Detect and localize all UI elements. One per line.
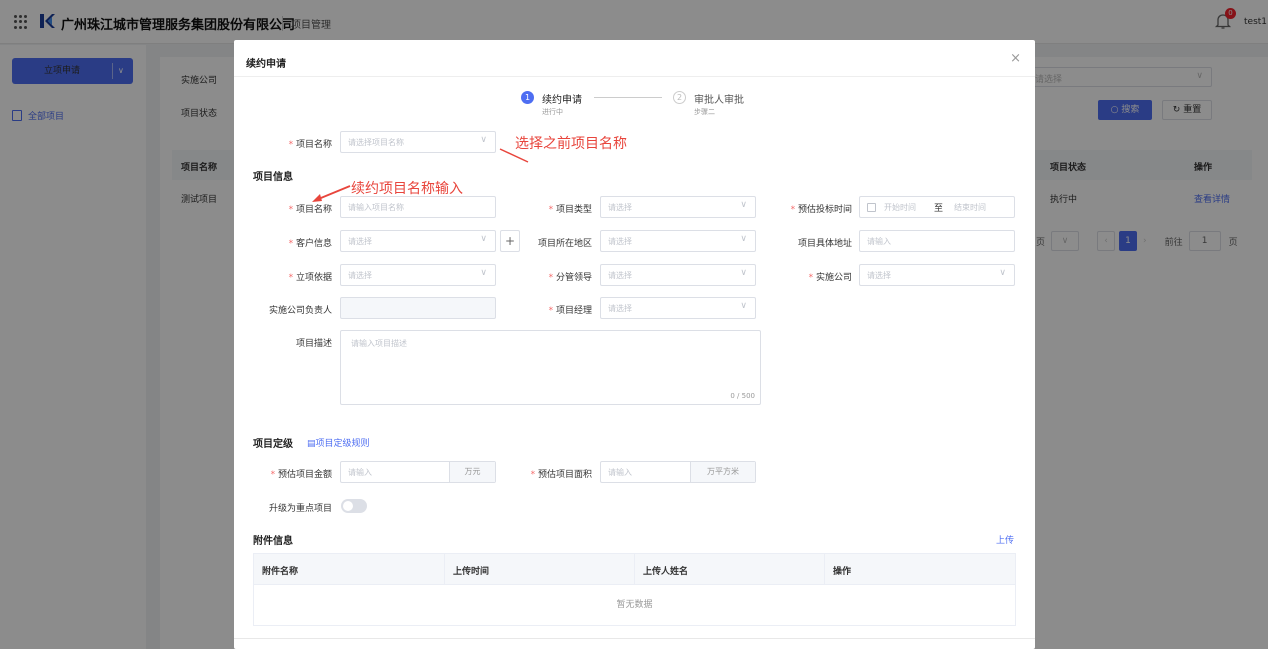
manager-select[interactable]: 请选择 ∨ <box>600 297 756 319</box>
address-label: 项目具体地址 <box>797 239 852 249</box>
step-connector <box>594 97 662 98</box>
area-placeholder: 请输入 <box>608 468 632 477</box>
leader-label: * 分管领导 <box>548 273 592 283</box>
calendar-icon <box>867 203 876 212</box>
customer-placeholder: 请选择 <box>348 237 372 246</box>
column-divider <box>634 554 635 585</box>
manager-label: * 项目经理 <box>548 306 592 316</box>
key-project-toggle[interactable] <box>341 499 367 513</box>
toggle-knob <box>343 501 353 511</box>
annotation-input-renew: 续约项目名称输入 <box>351 181 463 197</box>
leader-placeholder: 请选择 <box>608 271 632 280</box>
company-owner-label: 实施公司负责人 <box>268 306 332 316</box>
section-attachments: 附件信息 <box>253 536 293 547</box>
col-uploader: 上传人姓名 <box>643 567 689 577</box>
step-1-number: 1 <box>521 91 534 104</box>
region-select[interactable]: 请选择 ∨ <box>600 230 756 252</box>
company-owner-input <box>340 297 496 319</box>
amount-label: * 预估项目金额 <box>270 470 332 480</box>
bid-time-start[interactable]: 开始时间 <box>884 202 916 213</box>
add-customer-button[interactable]: + <box>500 230 520 252</box>
chevron-down-icon: ∨ <box>740 234 747 244</box>
manager-placeholder: 请选择 <box>608 304 632 313</box>
company-placeholder: 请选择 <box>867 271 891 280</box>
step-1-status: 进行中 <box>542 108 563 116</box>
leader-select[interactable]: 请选择 ∨ <box>600 264 756 286</box>
annotation-select-prev: 选择之前项目名称 <box>515 136 627 152</box>
col-upload-time: 上传时间 <box>453 567 490 577</box>
project-name-input[interactable]: 请输入项目名称 <box>340 196 496 218</box>
company-select[interactable]: 请选择 ∨ <box>859 264 1015 286</box>
description-placeholder: 请输入项目描述 <box>351 339 407 348</box>
area-unit: 万平方米 <box>690 462 755 482</box>
bid-time-separator: 至 <box>934 204 944 214</box>
address-input[interactable]: 请输入 <box>859 230 1015 252</box>
customer-label: * 客户信息 <box>288 239 332 249</box>
prev-project-select[interactable]: 请选择项目名称 ∨ <box>340 131 496 153</box>
renewal-dialog: 续约申请 × 1 续约申请 进行中 2 审批人审批 步骤二 * 项目名称 请选择… <box>234 40 1035 649</box>
chevron-down-icon: ∨ <box>740 301 747 311</box>
key-project-label: 升级为重点项目 <box>268 504 332 514</box>
document-icon: ▤ <box>307 439 316 449</box>
bid-time-range-picker[interactable]: 开始时间 至 结束时间 <box>859 196 1015 218</box>
description-textarea[interactable]: 请输入项目描述 0 / 500 <box>340 330 761 405</box>
col-attach-name: 附件名称 <box>262 567 299 577</box>
project-name-placeholder: 请输入项目名称 <box>348 203 404 212</box>
address-placeholder: 请输入 <box>867 237 891 246</box>
prev-project-label: * 项目名称 <box>288 140 332 150</box>
project-type-label: * 项目类型 <box>548 205 592 215</box>
bid-time-label: * 预估投标时间 <box>790 205 852 215</box>
project-type-placeholder: 请选择 <box>608 203 632 212</box>
annotation-arrow-input <box>312 185 351 202</box>
basis-placeholder: 请选择 <box>348 271 372 280</box>
amount-placeholder: 请输入 <box>348 468 372 477</box>
basis-label: * 立项依据 <box>288 273 332 283</box>
basis-select[interactable]: 请选择 ∨ <box>340 264 496 286</box>
company-label: * 实施公司 <box>808 273 852 283</box>
chevron-down-icon: ∨ <box>480 135 487 145</box>
section-project-grade: 项目定级 <box>253 439 293 450</box>
prev-project-placeholder: 请选择项目名称 <box>348 138 404 147</box>
project-type-select[interactable]: 请选择 ∨ <box>600 196 756 218</box>
chevron-down-icon: ∨ <box>740 200 747 210</box>
description-counter: 0 / 500 <box>730 392 755 400</box>
dialog-title: 续约申请 <box>246 59 286 70</box>
attachments-empty: 暂无数据 <box>616 600 653 610</box>
attachments-table: 附件名称 上传时间 上传人姓名 操作 暂无数据 <box>253 553 1016 626</box>
bid-time-end[interactable]: 结束时间 <box>954 202 986 213</box>
area-label: * 预估项目面积 <box>530 470 592 480</box>
step-2-title: 审批人审批 <box>694 95 744 106</box>
description-label: 项目描述 <box>295 339 332 349</box>
dialog-header: 续约申请 × <box>234 40 1035 77</box>
step-2-status: 步骤二 <box>694 108 715 116</box>
close-icon[interactable]: × <box>1010 51 1021 66</box>
chevron-down-icon: ∨ <box>480 268 487 278</box>
region-placeholder: 请选择 <box>608 237 632 246</box>
section-project-info: 项目信息 <box>253 172 293 183</box>
column-divider <box>824 554 825 585</box>
chevron-down-icon: ∨ <box>480 234 487 244</box>
region-label: 项目所在地区 <box>537 239 592 249</box>
annotation-arrow-select <box>499 148 529 163</box>
amount-input[interactable]: 请输入 万元 <box>340 461 496 483</box>
column-divider <box>444 554 445 585</box>
upload-link[interactable]: 上传 <box>996 533 1014 546</box>
chevron-down-icon: ∨ <box>999 268 1006 278</box>
dialog-footer-divider <box>234 638 1035 639</box>
col-attach-action: 操作 <box>833 567 852 577</box>
step-2-number: 2 <box>673 91 686 104</box>
attachments-table-header: 附件名称 上传时间 上传人姓名 操作 <box>254 554 1015 585</box>
amount-unit: 万元 <box>449 462 495 482</box>
customer-select[interactable]: 请选择 ∨ <box>340 230 496 252</box>
chevron-down-icon: ∨ <box>740 268 747 278</box>
area-input[interactable]: 请输入 万平方米 <box>600 461 756 483</box>
step-1-title: 续约申请 <box>542 95 582 106</box>
grade-rule-link[interactable]: ▤项目定级规则 <box>307 436 370 449</box>
